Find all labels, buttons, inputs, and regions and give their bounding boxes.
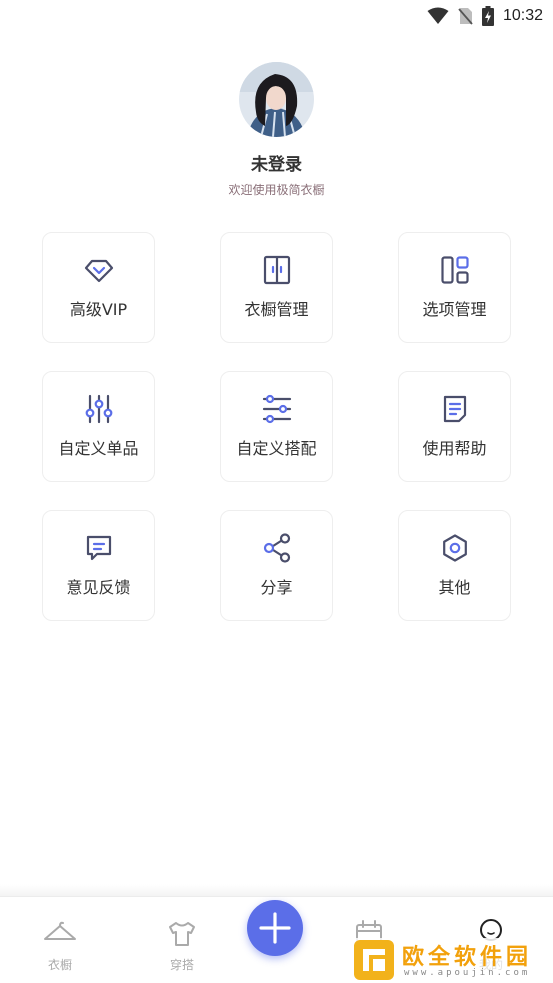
- help-tile[interactable]: 使用帮助: [398, 371, 511, 482]
- wardrobe-icon: [263, 255, 290, 285]
- watermark-text: 欧全软件园: [402, 945, 533, 970]
- options-tile-label: 选项管理: [422, 300, 487, 319]
- no-sim-icon: [458, 8, 473, 25]
- nav-wardrobe[interactable]: 衣橱: [5, 897, 115, 983]
- profile-subtitle: 欢迎使用极简衣橱: [228, 183, 325, 197]
- nav-outfit-label: 穿搭: [169, 958, 194, 972]
- filter-sliders-icon: [262, 394, 291, 424]
- custom-outfit-tile-label: 自定义搭配: [236, 439, 317, 458]
- hanger-icon: [44, 921, 76, 940]
- tshirt-icon: [169, 922, 195, 946]
- avatar[interactable]: [239, 62, 314, 137]
- share-tile[interactable]: 分享: [220, 510, 333, 621]
- feedback-tile[interactable]: 意见反馈: [42, 510, 155, 621]
- sliders-icon: [85, 394, 112, 424]
- custom-item-tile[interactable]: 自定义单品: [42, 371, 155, 482]
- vip-tile-label: 高级VIP: [69, 300, 128, 319]
- profile-name[interactable]: 未登录: [0, 150, 553, 175]
- share-icon: [263, 533, 290, 563]
- nav-outfit[interactable]: 穿搭: [127, 897, 237, 983]
- battery-charging-icon: [481, 6, 494, 26]
- feedback-tile-label: 意见反馈: [66, 578, 131, 597]
- vip-tile[interactable]: 高级VIP: [42, 232, 155, 343]
- watermark: 欧全软件园 www.apoujin.com: [350, 938, 546, 982]
- other-tile[interactable]: 其他: [398, 510, 511, 621]
- layout-icon: [440, 256, 469, 284]
- watermark-logo: [354, 940, 394, 980]
- share-tile-label: 分享: [260, 578, 293, 597]
- wifi-icon: [427, 7, 449, 24]
- nav-wardrobe-label: 衣橱: [47, 958, 72, 972]
- add-button[interactable]: [247, 900, 303, 956]
- options-tile[interactable]: 选项管理: [398, 232, 511, 343]
- custom-outfit-tile[interactable]: 自定义搭配: [220, 371, 333, 482]
- diamond-icon: [84, 259, 113, 283]
- other-tile-label: 其他: [438, 578, 471, 597]
- status-icons: 10:32: [427, 5, 543, 27]
- gear-icon: [442, 534, 467, 562]
- custom-item-tile-label: 自定义单品: [58, 439, 139, 458]
- status-time: 10:32: [502, 7, 543, 24]
- message-icon: [86, 535, 111, 561]
- plus-icon: [259, 912, 291, 944]
- watermark-subtext: www.apoujin.com: [404, 968, 531, 978]
- wardrobe-tile-label: 衣橱管理: [244, 300, 309, 319]
- menu-grid: 高级VIP 衣橱管理 选项管理 自定义单品 自定义搭配 使用帮助 意见反馈 分享…: [42, 232, 511, 622]
- help-tile-label: 使用帮助: [422, 439, 487, 458]
- wardrobe-tile[interactable]: 衣橱管理: [220, 232, 333, 343]
- status-bar: 10:32: [0, 0, 553, 32]
- document-icon: [443, 395, 466, 423]
